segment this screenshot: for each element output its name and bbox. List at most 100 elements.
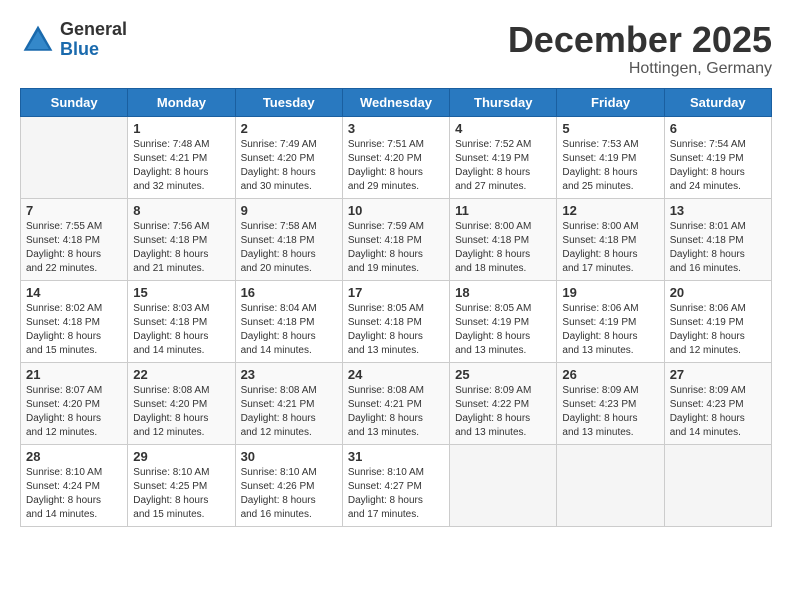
calendar-cell: 21Sunrise: 8:07 AMSunset: 4:20 PMDayligh… <box>21 362 128 444</box>
month-title: December 2025 <box>508 20 772 60</box>
day-info: Sunrise: 8:06 AMSunset: 4:19 PMDaylight:… <box>670 302 766 358</box>
calendar-cell: 31Sunrise: 8:10 AMSunset: 4:27 PMDayligh… <box>342 444 449 526</box>
day-number: 4 <box>455 121 551 136</box>
day-number: 16 <box>241 285 337 300</box>
day-info: Sunrise: 8:02 AMSunset: 4:18 PMDaylight:… <box>26 302 122 358</box>
calendar-header-row: SundayMondayTuesdayWednesdayThursdayFrid… <box>21 88 772 116</box>
calendar-cell: 19 Sunrise: 8:06 AMSunset: 4:19 PMDayligh… <box>557 280 664 362</box>
page-header: General Blue December 2025 Hottingen, Ge… <box>20 20 772 78</box>
calendar-week-row: 7 Sunrise: 7:55 AMSunset: 4:18 PMDaylight… <box>21 198 772 280</box>
day-number: 19 <box>562 285 658 300</box>
logo: General Blue <box>20 20 127 60</box>
calendar-cell: 24Sunrise: 8:08 AMSunset: 4:21 PMDayligh… <box>342 362 449 444</box>
day-number: 8 <box>133 203 229 218</box>
day-number: 15 <box>133 285 229 300</box>
day-number: 17 <box>348 285 444 300</box>
calendar-cell: 12 Sunrise: 8:00 AMSunset: 4:18 PMDayligh… <box>557 198 664 280</box>
calendar-cell: 8 Sunrise: 7:56 AMSunset: 4:18 PMDaylight… <box>128 198 235 280</box>
day-info: Sunrise: 8:05 AMSunset: 4:19 PMDaylight:… <box>455 302 551 358</box>
day-info: Sunrise: 8:10 AMSunset: 4:26 PMDaylight:… <box>241 466 337 522</box>
calendar-cell: 1Sunrise: 7:48 AMSunset: 4:21 PMDaylight… <box>128 116 235 198</box>
calendar-cell: 3 Sunrise: 7:51 AMSunset: 4:20 PMDaylight… <box>342 116 449 198</box>
day-info: Sunrise: 8:09 AMSunset: 4:23 PMDaylight:… <box>670 384 766 440</box>
calendar-cell: 11 Sunrise: 8:00 AMSunset: 4:18 PMDayligh… <box>450 198 557 280</box>
logo-general: General <box>60 19 127 39</box>
calendar-cell: 6 Sunrise: 7:54 AMSunset: 4:19 PMDaylight… <box>664 116 771 198</box>
title-block: December 2025 Hottingen, Germany <box>508 20 772 78</box>
day-number: 21 <box>26 367 122 382</box>
calendar-cell: 10 Sunrise: 7:59 AMSunset: 4:18 PMDayligh… <box>342 198 449 280</box>
calendar-cell: 30Sunrise: 8:10 AMSunset: 4:26 PMDayligh… <box>235 444 342 526</box>
day-info: Sunrise: 8:09 AMSunset: 4:22 PMDaylight:… <box>455 384 551 440</box>
day-header-monday: Monday <box>128 88 235 116</box>
calendar-cell: 9Sunrise: 7:58 AMSunset: 4:18 PMDaylight… <box>235 198 342 280</box>
calendar-cell: 15 Sunrise: 8:03 AMSunset: 4:18 PMDayligh… <box>128 280 235 362</box>
logo-text: General Blue <box>60 20 127 60</box>
calendar-cell: 25 Sunrise: 8:09 AMSunset: 4:22 PMDayligh… <box>450 362 557 444</box>
day-number: 31 <box>348 449 444 464</box>
day-number: 24 <box>348 367 444 382</box>
day-info: Sunrise: 8:06 AMSunset: 4:19 PMDaylight:… <box>562 302 658 358</box>
calendar-cell: 18 Sunrise: 8:05 AMSunset: 4:19 PMDayligh… <box>450 280 557 362</box>
day-info: Sunrise: 8:09 AMSunset: 4:23 PMDaylight:… <box>562 384 658 440</box>
day-info: Sunrise: 7:59 AMSunset: 4:18 PMDaylight:… <box>348 220 444 276</box>
day-info: Sunrise: 8:03 AMSunset: 4:18 PMDaylight:… <box>133 302 229 358</box>
day-info: Sunrise: 8:08 AMSunset: 4:20 PMDaylight:… <box>133 384 229 440</box>
calendar-week-row: 14Sunrise: 8:02 AMSunset: 4:18 PMDayligh… <box>21 280 772 362</box>
logo-icon <box>20 22 56 58</box>
day-number: 13 <box>670 203 766 218</box>
calendar-cell: 27 Sunrise: 8:09 AMSunset: 4:23 PMDayligh… <box>664 362 771 444</box>
day-number: 12 <box>562 203 658 218</box>
calendar-cell: 17 Sunrise: 8:05 AMSunset: 4:18 PMDayligh… <box>342 280 449 362</box>
calendar-week-row: 28 Sunrise: 8:10 AMSunset: 4:24 PMDayligh… <box>21 444 772 526</box>
day-number: 25 <box>455 367 551 382</box>
calendar-cell: 5Sunrise: 7:53 AMSunset: 4:19 PMDaylight… <box>557 116 664 198</box>
calendar-cell: 16 Sunrise: 8:04 AMSunset: 4:18 PMDayligh… <box>235 280 342 362</box>
calendar-week-row: 1Sunrise: 7:48 AMSunset: 4:21 PMDaylight… <box>21 116 772 198</box>
day-number: 2 <box>241 121 337 136</box>
day-header-wednesday: Wednesday <box>342 88 449 116</box>
day-number: 26 <box>562 367 658 382</box>
day-number: 22 <box>133 367 229 382</box>
day-number: 11 <box>455 203 551 218</box>
day-info: Sunrise: 8:10 AMSunset: 4:24 PMDaylight:… <box>26 466 122 522</box>
calendar-cell: 28 Sunrise: 8:10 AMSunset: 4:24 PMDayligh… <box>21 444 128 526</box>
day-number: 10 <box>348 203 444 218</box>
day-number: 3 <box>348 121 444 136</box>
calendar-cell <box>21 116 128 198</box>
day-number: 27 <box>670 367 766 382</box>
day-info: Sunrise: 8:00 AMSunset: 4:18 PMDaylight:… <box>455 220 551 276</box>
calendar-cell: 20Sunrise: 8:06 AMSunset: 4:19 PMDayligh… <box>664 280 771 362</box>
day-info: Sunrise: 7:49 AMSunset: 4:20 PMDaylight:… <box>241 138 337 194</box>
calendar-table: SundayMondayTuesdayWednesdayThursdayFrid… <box>20 88 772 527</box>
calendar-cell: 26 Sunrise: 8:09 AMSunset: 4:23 PMDayligh… <box>557 362 664 444</box>
day-number: 1 <box>133 121 229 136</box>
calendar-cell: 4 Sunrise: 7:52 AMSunset: 4:19 PMDaylight… <box>450 116 557 198</box>
day-info: Sunrise: 8:04 AMSunset: 4:18 PMDaylight:… <box>241 302 337 358</box>
day-header-saturday: Saturday <box>664 88 771 116</box>
calendar-cell: 13Sunrise: 8:01 AMSunset: 4:18 PMDayligh… <box>664 198 771 280</box>
day-header-sunday: Sunday <box>21 88 128 116</box>
day-info: Sunrise: 7:55 AMSunset: 4:18 PMDaylight:… <box>26 220 122 276</box>
day-info: Sunrise: 7:56 AMSunset: 4:18 PMDaylight:… <box>133 220 229 276</box>
day-info: Sunrise: 7:51 AMSunset: 4:20 PMDaylight:… <box>348 138 444 194</box>
day-header-friday: Friday <box>557 88 664 116</box>
calendar-cell: 2 Sunrise: 7:49 AMSunset: 4:20 PMDaylight… <box>235 116 342 198</box>
calendar-cell: 14Sunrise: 8:02 AMSunset: 4:18 PMDayligh… <box>21 280 128 362</box>
calendar-cell: 7 Sunrise: 7:55 AMSunset: 4:18 PMDaylight… <box>21 198 128 280</box>
day-info: Sunrise: 8:05 AMSunset: 4:18 PMDaylight:… <box>348 302 444 358</box>
day-info: Sunrise: 8:10 AMSunset: 4:25 PMDaylight:… <box>133 466 229 522</box>
day-number: 7 <box>26 203 122 218</box>
day-info: Sunrise: 7:52 AMSunset: 4:19 PMDaylight:… <box>455 138 551 194</box>
day-header-tuesday: Tuesday <box>235 88 342 116</box>
calendar-week-row: 21Sunrise: 8:07 AMSunset: 4:20 PMDayligh… <box>21 362 772 444</box>
calendar-cell: 29Sunrise: 8:10 AMSunset: 4:25 PMDayligh… <box>128 444 235 526</box>
calendar-cell <box>557 444 664 526</box>
day-number: 6 <box>670 121 766 136</box>
day-number: 18 <box>455 285 551 300</box>
day-number: 28 <box>26 449 122 464</box>
day-info: Sunrise: 7:54 AMSunset: 4:19 PMDaylight:… <box>670 138 766 194</box>
logo-blue: Blue <box>60 39 99 59</box>
day-header-thursday: Thursday <box>450 88 557 116</box>
day-info: Sunrise: 8:00 AMSunset: 4:18 PMDaylight:… <box>562 220 658 276</box>
